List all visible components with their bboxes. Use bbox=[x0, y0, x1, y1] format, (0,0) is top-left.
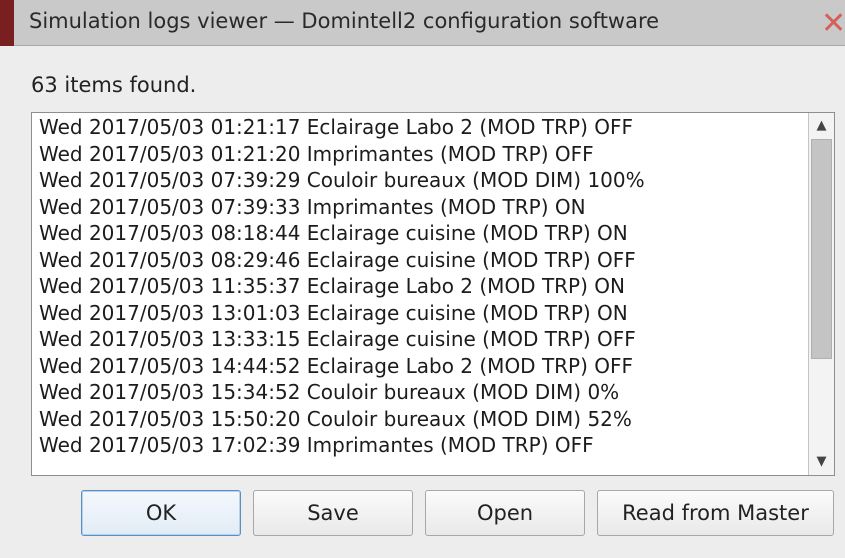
list-item[interactable]: Wed 2017/05/03 01:21:17 Eclairage Labo 2… bbox=[39, 114, 633, 140]
log-list[interactable]: Wed 2017/05/03 01:21:17 Eclairage Labo 2… bbox=[32, 113, 807, 475]
list-item[interactable]: Wed 2017/05/03 15:50:20 Couloir bureaux … bbox=[39, 406, 632, 432]
window-title: Simulation logs viewer — Domintell2 conf… bbox=[29, 9, 660, 33]
list-item[interactable]: Wed 2017/05/03 11:35:37 Eclairage Labo 2… bbox=[39, 273, 625, 299]
list-item[interactable]: Wed 2017/05/03 15:34:52 Couloir bureaux … bbox=[39, 379, 619, 405]
titlebar-edge-accent bbox=[0, 0, 14, 46]
open-button[interactable]: Open bbox=[425, 490, 585, 536]
list-item[interactable]: Wed 2017/05/03 07:39:29 Couloir bureaux … bbox=[39, 167, 645, 193]
save-button[interactable]: Save bbox=[253, 490, 413, 536]
log-listbox[interactable]: Wed 2017/05/03 01:21:17 Eclairage Labo 2… bbox=[31, 112, 835, 476]
scroll-down-arrow-icon[interactable]: ▼ bbox=[809, 449, 834, 475]
list-item[interactable]: Wed 2017/05/03 08:29:46 Eclairage cuisin… bbox=[39, 247, 636, 273]
ok-button[interactable]: OK bbox=[81, 490, 241, 536]
read-from-master-button[interactable]: Read from Master bbox=[597, 490, 834, 536]
scroll-up-arrow-icon[interactable]: ▲ bbox=[809, 113, 834, 139]
scrollbar-thumb[interactable] bbox=[811, 139, 832, 359]
close-icon[interactable]: ✕ bbox=[821, 9, 845, 39]
list-item[interactable]: Wed 2017/05/03 14:44:52 Eclairage Labo 2… bbox=[39, 353, 633, 379]
title-bar[interactable]: Simulation logs viewer — Domintell2 conf… bbox=[0, 0, 845, 46]
list-item[interactable]: Wed 2017/05/03 13:33:15 Eclairage cuisin… bbox=[39, 326, 636, 352]
list-item[interactable]: Wed 2017/05/03 13:01:03 Eclairage cuisin… bbox=[39, 300, 628, 326]
list-item[interactable]: Wed 2017/05/03 08:18:44 Eclairage cuisin… bbox=[39, 220, 628, 246]
items-found-label: 63 items found. bbox=[31, 73, 197, 97]
list-item[interactable]: Wed 2017/05/03 17:02:39 Imprimantes (MOD… bbox=[39, 432, 594, 458]
list-item[interactable]: Wed 2017/05/03 07:39:33 Imprimantes (MOD… bbox=[39, 194, 586, 220]
list-item[interactable]: Wed 2017/05/03 01:21:20 Imprimantes (MOD… bbox=[39, 141, 594, 167]
dialog-window: Simulation logs viewer — Domintell2 conf… bbox=[0, 0, 845, 558]
vertical-scrollbar[interactable]: ▲ ▼ bbox=[808, 113, 834, 475]
